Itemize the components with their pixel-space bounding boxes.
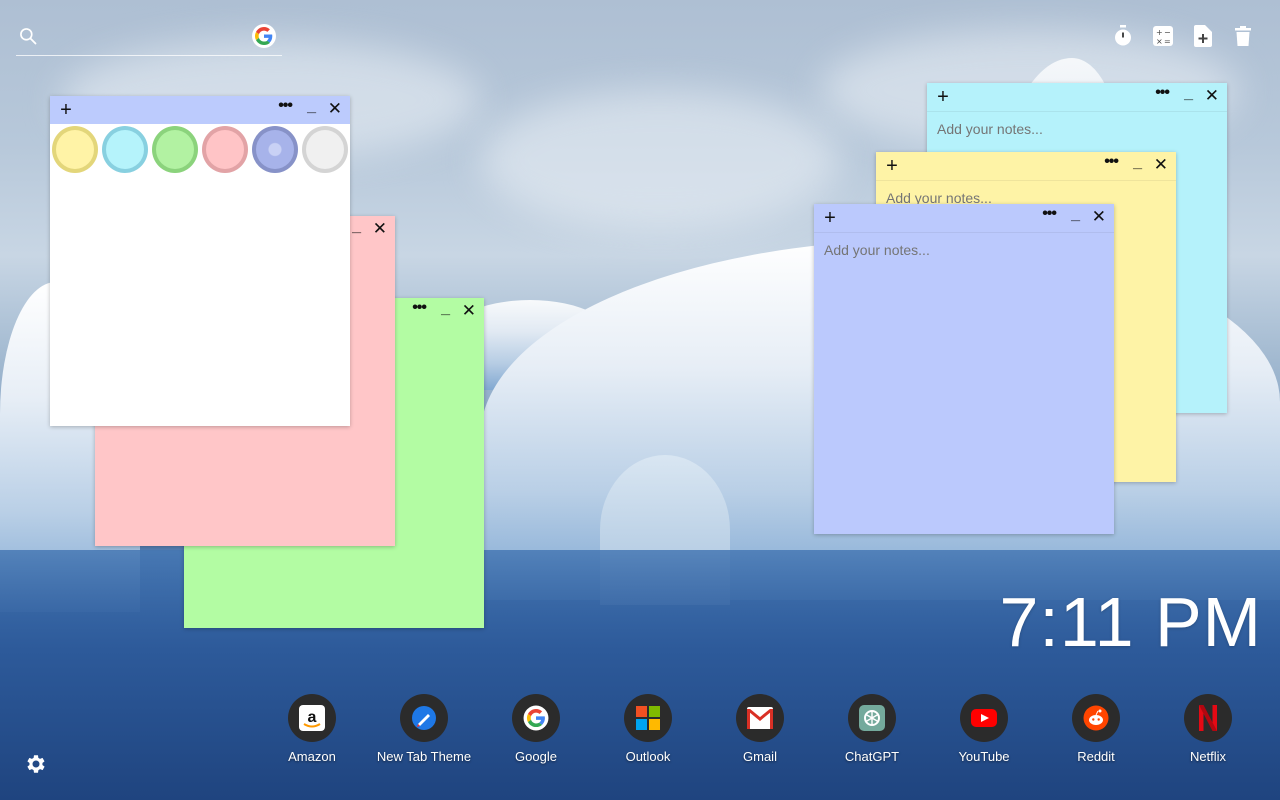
new-note-icon xyxy=(1194,25,1212,47)
note-textarea[interactable] xyxy=(824,242,1104,524)
minimize-button[interactable]: _ xyxy=(307,98,316,116)
note-divider xyxy=(927,111,1227,112)
new-note-button[interactable] xyxy=(1192,24,1214,48)
shortcut-label: Reddit xyxy=(1077,749,1115,764)
minimize-button[interactable]: _ xyxy=(1071,206,1080,224)
shortcut-label: Gmail xyxy=(743,749,777,764)
search-icon[interactable] xyxy=(18,26,38,46)
shortcut-label: New Tab Theme xyxy=(376,749,472,764)
outlook-icon xyxy=(636,706,660,730)
shortcut-circle xyxy=(624,694,672,742)
note-titlebar: + ••• _ ✕ xyxy=(876,152,1176,180)
shortcut-gmail[interactable]: Gmail xyxy=(704,694,816,764)
settings-button[interactable] xyxy=(24,752,48,776)
calculator-icon: + − × = xyxy=(1153,26,1173,46)
shortcut-new-tab-theme[interactable]: New Tab Theme xyxy=(368,694,480,764)
minimize-button[interactable]: _ xyxy=(352,218,361,236)
reddit-icon xyxy=(1083,705,1109,731)
note-menu-button[interactable]: ••• xyxy=(1155,84,1170,102)
color-swatch-cyan[interactable] xyxy=(102,126,148,173)
search-input[interactable] xyxy=(48,22,248,50)
note-menu-button[interactable]: ••• xyxy=(1042,205,1057,223)
clock-display: 7:11 PM xyxy=(999,583,1262,661)
stopwatch-icon xyxy=(1115,25,1131,46)
add-note-button[interactable]: + xyxy=(935,85,951,109)
close-button[interactable]: ✕ xyxy=(373,219,387,239)
calculator-button[interactable]: + − × = xyxy=(1152,24,1174,48)
note-titlebar: + ••• _ ✕ xyxy=(814,204,1114,232)
shortcut-label: Netflix xyxy=(1189,749,1227,764)
add-note-button[interactable]: + xyxy=(884,154,900,178)
sticky-note-blue[interactable]: + ••• _ ✕ xyxy=(814,204,1114,534)
shortcut-circle xyxy=(1072,694,1120,742)
shortcut-label: YouTube xyxy=(958,749,1010,764)
shortcut-amazon[interactable]: a Amazon xyxy=(256,694,368,764)
minimize-button[interactable]: _ xyxy=(1133,154,1142,172)
svg-text:×: × xyxy=(1156,37,1163,46)
shortcut-google[interactable]: Google xyxy=(480,694,592,764)
svg-text:+: + xyxy=(1156,28,1163,37)
shortcut-circle xyxy=(848,694,896,742)
netflix-icon xyxy=(1199,705,1217,731)
shortcut-circle xyxy=(400,694,448,742)
shortcut-label: Google xyxy=(515,749,557,764)
shortcut-circle xyxy=(1184,694,1232,742)
note-titlebar: + ••• _ ✕ xyxy=(50,96,350,124)
color-swatch-green[interactable] xyxy=(152,126,198,173)
note-menu-button[interactable]: ••• xyxy=(1104,153,1119,171)
shortcut-chatgpt[interactable]: ChatGPT xyxy=(816,694,928,764)
shortcut-circle: a xyxy=(288,694,336,742)
new-tab-theme-icon xyxy=(412,706,436,730)
youtube-icon xyxy=(971,709,997,727)
note-menu-button[interactable]: ••• xyxy=(412,299,427,317)
trash-icon xyxy=(1235,26,1251,46)
google-icon xyxy=(255,27,273,45)
close-button[interactable]: ✕ xyxy=(1205,86,1219,106)
note-menu-button[interactable]: ••• xyxy=(278,97,293,115)
shortcut-label: Outlook xyxy=(625,749,671,764)
close-button[interactable]: ✕ xyxy=(1092,207,1106,227)
shortcut-label: Amazon xyxy=(288,749,336,764)
trash-button[interactable] xyxy=(1232,24,1254,48)
search-bar xyxy=(16,18,282,56)
gmail-icon xyxy=(747,707,773,729)
color-palette xyxy=(50,124,350,175)
google-search-button[interactable] xyxy=(252,24,276,48)
shortcut-reddit[interactable]: Reddit xyxy=(1040,694,1152,764)
svg-text:=: = xyxy=(1164,37,1171,46)
close-button[interactable]: ✕ xyxy=(328,99,342,119)
shortcut-youtube[interactable]: YouTube xyxy=(928,694,1040,764)
shortcut-label: ChatGPT xyxy=(844,749,900,764)
minimize-button[interactable]: _ xyxy=(1184,85,1193,103)
stopwatch-button[interactable] xyxy=(1112,24,1134,48)
add-note-button[interactable]: + xyxy=(58,98,74,122)
svg-text:a: a xyxy=(308,709,317,726)
toolbar: + − × = xyxy=(1112,24,1254,48)
note-body xyxy=(814,232,1114,534)
shortcut-circle xyxy=(512,694,560,742)
note-titlebar: + ••• _ ✕ xyxy=(927,83,1227,111)
shortcut-outlook[interactable]: Outlook xyxy=(592,694,704,764)
sticky-note-white[interactable]: + ••• _ ✕ xyxy=(50,96,350,426)
shortcut-circle xyxy=(736,694,784,742)
note-divider xyxy=(876,180,1176,181)
note-divider xyxy=(814,232,1114,233)
gear-icon xyxy=(27,755,45,773)
close-button[interactable]: ✕ xyxy=(462,301,476,321)
svg-text:−: − xyxy=(1164,28,1171,37)
google-icon xyxy=(523,705,549,731)
color-swatch-yellow[interactable] xyxy=(52,126,98,173)
minimize-button[interactable]: _ xyxy=(441,300,450,318)
color-swatch-blue[interactable] xyxy=(252,126,298,173)
add-note-button[interactable]: + xyxy=(822,206,838,230)
chatgpt-icon xyxy=(859,705,885,731)
color-swatch-pink[interactable] xyxy=(202,126,248,173)
app-dock: a Amazon New Tab Theme Google Outlook Gm… xyxy=(256,694,1264,764)
shortcut-circle xyxy=(960,694,1008,742)
shortcut-netflix[interactable]: Netflix xyxy=(1152,694,1264,764)
close-button[interactable]: ✕ xyxy=(1154,155,1168,175)
color-swatch-white[interactable] xyxy=(302,126,348,173)
amazon-icon: a xyxy=(299,705,325,731)
